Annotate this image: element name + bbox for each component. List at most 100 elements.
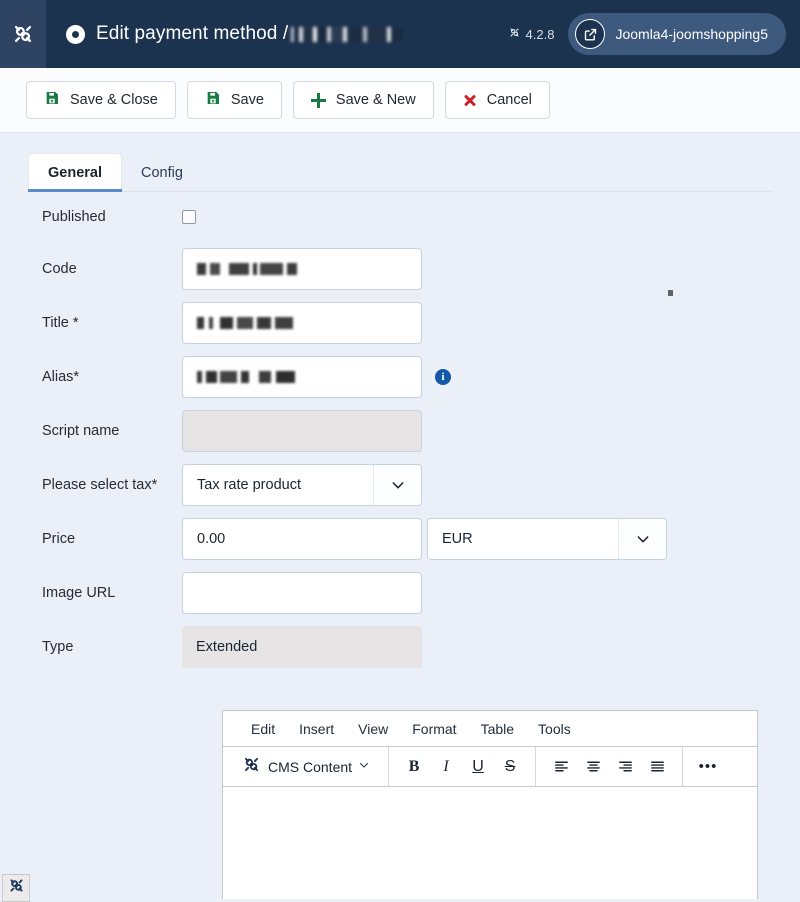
- published-label: Published: [0, 209, 182, 225]
- bold-button[interactable]: B: [399, 753, 429, 781]
- alias-label: Alias*: [0, 369, 182, 385]
- save-label: Save: [231, 92, 264, 108]
- editor-toolbar: CMS Content B I U S: [223, 747, 757, 787]
- currency-select[interactable]: EUR: [427, 518, 667, 560]
- plus-icon: [311, 93, 326, 108]
- header-right-group: 4.2.8 Joomla4-joomshopping5: [508, 13, 786, 55]
- editor-group-format: B I U S: [388, 747, 535, 786]
- menu-edit[interactable]: Edit: [239, 717, 287, 741]
- field-row-alias: Alias* i: [0, 356, 800, 398]
- price-value: 0.00: [197, 531, 225, 547]
- tax-selected-value: Tax rate product: [183, 477, 373, 493]
- chevron-down-icon: [373, 465, 421, 505]
- joomla-logo-icon: [10, 21, 36, 47]
- title-label: Title *: [0, 315, 182, 331]
- price-input[interactable]: 0.00: [182, 518, 422, 560]
- floppy-disk-icon: [205, 90, 221, 110]
- external-link-icon: [575, 19, 605, 49]
- tab-bar: General Config: [28, 150, 772, 192]
- currency-selected-value: EUR: [428, 531, 618, 547]
- script-name-label: Script name: [0, 423, 182, 439]
- save-new-label: Save & New: [336, 92, 416, 108]
- field-row-title: Title *: [0, 302, 800, 344]
- version-badge: 4.2.8: [508, 26, 555, 42]
- header-title-group: Edit payment method /: [66, 23, 508, 45]
- align-right-icon[interactable]: [610, 753, 640, 781]
- editor-content-area[interactable]: [223, 787, 757, 899]
- info-circle-icon[interactable]: i: [435, 369, 451, 385]
- script-name-input: [182, 410, 422, 452]
- record-dot-icon: [66, 25, 85, 44]
- cms-content-button[interactable]: CMS Content: [233, 750, 378, 784]
- menu-format[interactable]: Format: [400, 717, 468, 741]
- visit-site-button[interactable]: Joomla4-joomshopping5: [568, 13, 786, 55]
- chevron-down-icon: [618, 519, 666, 559]
- title-input[interactable]: [182, 302, 422, 344]
- field-row-tax: Please select tax* Tax rate product: [0, 464, 800, 506]
- app-header: Edit payment method / 4.2.8 Joomla4-joom…: [0, 0, 800, 68]
- redacted-alias-value: [197, 371, 295, 383]
- field-row-code: Code: [0, 248, 800, 290]
- published-checkbox[interactable]: [182, 210, 196, 224]
- redacted-code-value: [197, 263, 297, 275]
- menu-table[interactable]: Table: [469, 717, 526, 741]
- redacted-title-suffix: [291, 27, 403, 42]
- tab-config[interactable]: Config: [122, 154, 202, 191]
- alias-input[interactable]: [182, 356, 422, 398]
- cancel-button[interactable]: Cancel: [445, 81, 550, 119]
- joomla-logo-icon: [241, 754, 262, 780]
- joomla-mark-icon: [508, 26, 521, 42]
- field-row-published: Published: [0, 198, 800, 236]
- tab-general-label: General: [48, 165, 102, 181]
- sidebar-logo-area[interactable]: [0, 0, 46, 68]
- field-row-image-url: Image URL: [0, 572, 800, 614]
- joomla-corner-button[interactable]: [2, 874, 30, 902]
- strikethrough-button[interactable]: S: [495, 753, 525, 781]
- site-name-label: Joomla4-joomshopping5: [615, 26, 768, 42]
- underline-button[interactable]: U: [463, 753, 493, 781]
- field-row-type: Type Extended: [0, 626, 800, 668]
- code-input[interactable]: [182, 248, 422, 290]
- tab-config-label: Config: [141, 165, 183, 181]
- price-label: Price: [0, 531, 182, 547]
- menu-insert[interactable]: Insert: [287, 717, 346, 741]
- save-new-button[interactable]: Save & New: [293, 81, 434, 119]
- floppy-disk-icon: [44, 90, 60, 110]
- editor-group-cms: CMS Content: [223, 747, 388, 786]
- editor-group-more: •••: [682, 747, 733, 786]
- content-editor: Edit Insert View Format Table Tools CMS …: [222, 710, 758, 899]
- page-title: Edit payment method /: [96, 23, 403, 45]
- save-button[interactable]: Save: [187, 81, 282, 119]
- menu-tools[interactable]: Tools: [526, 717, 583, 741]
- align-center-icon[interactable]: [578, 753, 608, 781]
- tab-general[interactable]: General: [28, 153, 122, 191]
- field-row-script-name: Script name: [0, 410, 800, 452]
- field-row-price: Price 0.00 EUR: [0, 518, 800, 560]
- payment-method-form: Published Code Title * Alias* i Sc: [0, 198, 800, 680]
- more-options-button[interactable]: •••: [693, 753, 723, 781]
- save-close-button[interactable]: Save & Close: [26, 81, 176, 119]
- image-url-label: Image URL: [0, 585, 182, 601]
- type-label: Type: [0, 639, 182, 655]
- editor-group-align: [535, 747, 682, 786]
- version-number: 4.2.8: [526, 27, 555, 42]
- screen-artifact: [668, 290, 673, 296]
- x-mark-icon: [463, 93, 477, 107]
- code-label: Code: [0, 261, 182, 277]
- image-url-input[interactable]: [182, 572, 422, 614]
- align-left-icon[interactable]: [546, 753, 576, 781]
- action-toolbar: Save & Close Save Save & New Cancel: [0, 68, 800, 133]
- joomla-logo-icon: [7, 876, 26, 900]
- menu-view[interactable]: View: [346, 717, 400, 741]
- cancel-label: Cancel: [487, 92, 532, 108]
- editor-menubar: Edit Insert View Format Table Tools: [223, 711, 757, 747]
- tax-select[interactable]: Tax rate product: [182, 464, 422, 506]
- save-close-label: Save & Close: [70, 92, 158, 108]
- align-justify-icon[interactable]: [642, 753, 672, 781]
- cms-content-label: CMS Content: [268, 759, 352, 775]
- chevron-down-icon: [358, 758, 370, 776]
- italic-button[interactable]: I: [431, 753, 461, 781]
- tax-label: Please select tax*: [0, 477, 182, 493]
- type-value-box: Extended: [182, 626, 422, 668]
- redacted-title-value: [197, 317, 293, 329]
